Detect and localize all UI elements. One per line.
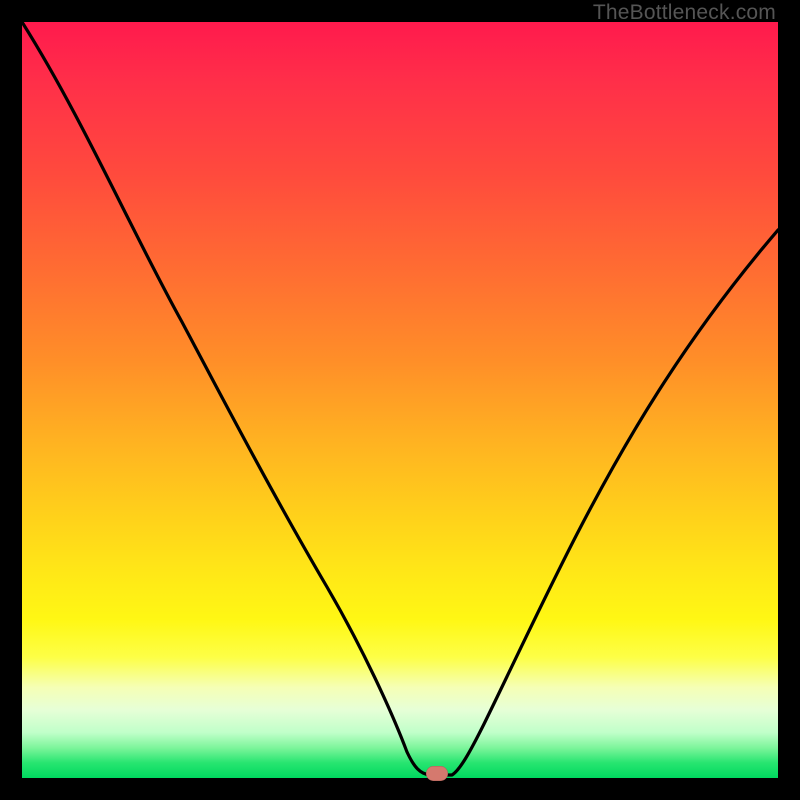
chart-frame: TheBottleneck.com xyxy=(0,0,800,800)
optimal-point-marker xyxy=(426,766,448,781)
plot-area xyxy=(22,22,778,778)
curve-path xyxy=(22,22,778,775)
bottleneck-curve xyxy=(22,22,778,778)
